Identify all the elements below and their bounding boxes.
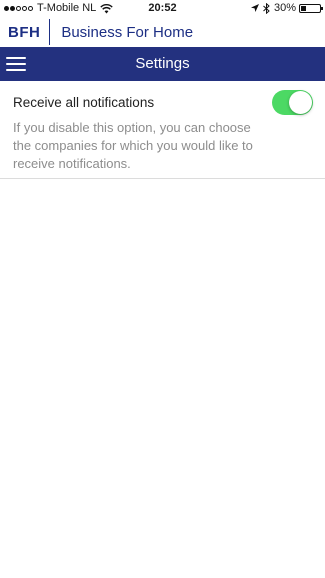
- battery-icon: [299, 4, 323, 13]
- notifications-label: Receive all notifications: [13, 95, 155, 110]
- brand-divider: [49, 19, 51, 45]
- brand-header: BFH Business For Home: [0, 17, 325, 47]
- battery-level: [301, 6, 306, 11]
- battery-percent: 30%: [273, 2, 296, 14]
- notifications-description: If you disable this option, you can choo…: [13, 120, 253, 171]
- notifications-setting-row: Receive all notifications If you disable…: [0, 81, 325, 179]
- notifications-toggle[interactable]: [272, 90, 313, 115]
- brand-logo: BFH: [8, 23, 41, 41]
- page-title: Settings: [135, 55, 190, 72]
- status-bar-right: 30%: [250, 0, 323, 17]
- status-bar: T-Mobile NL 20:52 30%: [0, 0, 325, 17]
- toggle-knob: [289, 91, 312, 114]
- location-arrow-icon: [250, 4, 259, 12]
- nav-bar: Settings: [0, 47, 325, 81]
- bluetooth-icon: [263, 3, 270, 14]
- brand-name: Business For Home: [61, 23, 194, 41]
